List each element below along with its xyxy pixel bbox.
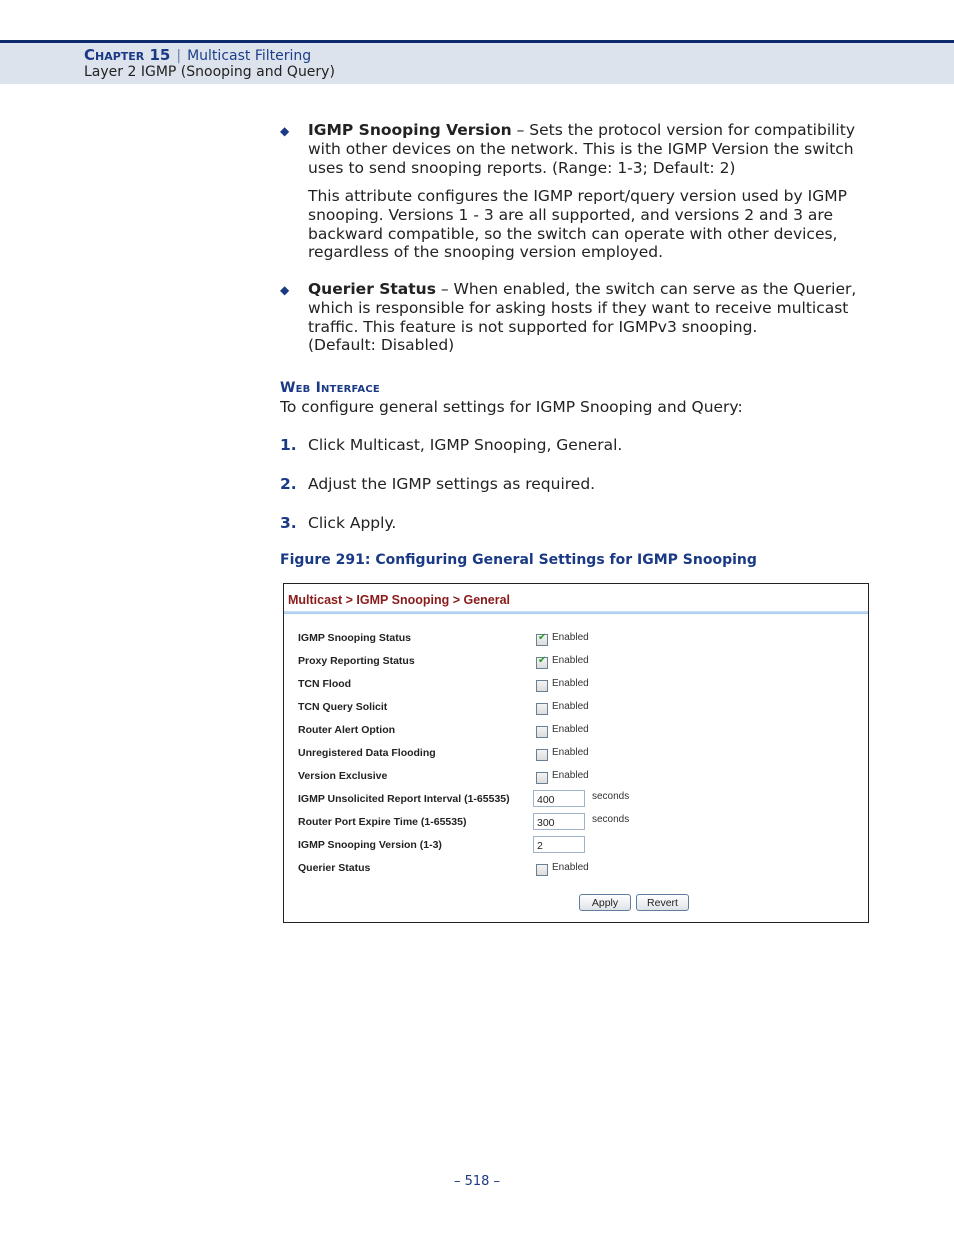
diamond-bullet-icon: ◆ bbox=[280, 124, 290, 138]
checkmark-icon: ✔ bbox=[538, 655, 547, 666]
step-text: Adjust the IGMP settings as required. bbox=[308, 475, 596, 493]
figure-caption: Figure 291: Configuring General Settings… bbox=[280, 552, 757, 568]
chapter-title: Multicast Filtering bbox=[187, 48, 312, 64]
enabled-label: Enabled bbox=[552, 701, 589, 712]
step-number: 3. bbox=[280, 514, 297, 532]
checkbox-querier-status[interactable] bbox=[536, 864, 548, 876]
field-label-igmp-snooping-version-1-3: IGMP Snooping Version (1-3) bbox=[298, 839, 442, 851]
field-label-igmp-snooping-status: IGMP Snooping Status bbox=[298, 632, 411, 644]
diamond-bullet-icon: ◆ bbox=[280, 283, 290, 297]
bullet-explanation: This attribute configures the IGMP repor… bbox=[308, 187, 847, 262]
page-breadcrumb: Multicast > IGMP Snooping > General bbox=[288, 593, 511, 607]
checkbox-tcn-query-solicit[interactable] bbox=[536, 703, 548, 715]
checkbox-igmp-snooping-status[interactable]: ✔ bbox=[536, 632, 548, 646]
title-divider bbox=[284, 611, 868, 614]
bullet-querier-status: Querier Status – When enabled, the switc… bbox=[308, 280, 857, 355]
input-router-port-expire-time-1-65535[interactable]: 300 bbox=[533, 813, 585, 830]
enabled-label: Enabled bbox=[552, 862, 589, 873]
field-label-proxy-reporting-status: Proxy Reporting Status bbox=[298, 655, 415, 667]
igmp-general-settings-screenshot: Multicast > IGMP Snooping > General IGMP… bbox=[283, 583, 869, 923]
chapter-label: Chapter 15 bbox=[84, 46, 171, 64]
enabled-label: Enabled bbox=[552, 655, 589, 666]
input-igmp-snooping-version-1-3[interactable]: 2 bbox=[533, 836, 585, 853]
field-label-unregistered-data-flooding: Unregistered Data Flooding bbox=[298, 747, 436, 759]
bullet-term: IGMP Snooping Version bbox=[308, 121, 512, 139]
field-label-tcn-flood: TCN Flood bbox=[298, 678, 352, 690]
step-item: 3. Click Apply. bbox=[280, 514, 396, 532]
apply-button[interactable]: Apply bbox=[579, 894, 631, 911]
enabled-label: Enabled bbox=[552, 747, 589, 758]
step-item: 2. Adjust the IGMP settings as required. bbox=[280, 475, 595, 493]
field-label-tcn-query-solicit: TCN Query Solicit bbox=[298, 701, 388, 713]
checkmark-icon: ✔ bbox=[538, 632, 547, 643]
step-number: 1. bbox=[280, 436, 297, 454]
checkbox-unregistered-data-flooding[interactable] bbox=[536, 749, 548, 761]
enabled-label: Enabled bbox=[552, 678, 589, 689]
checkbox-router-alert-option[interactable] bbox=[536, 726, 548, 738]
field-label-version-exclusive: Version Exclusive bbox=[298, 770, 388, 782]
checkbox-proxy-reporting-status[interactable]: ✔ bbox=[536, 655, 548, 669]
revert-button[interactable]: Revert bbox=[636, 894, 689, 911]
field-label-igmp-unsolicited-report-interval-1-65535: IGMP Unsolicited Report Interval (1-6553… bbox=[298, 793, 510, 805]
step-number: 2. bbox=[280, 475, 297, 493]
step-text: Click Apply. bbox=[308, 514, 397, 532]
step-text: Click Multicast, IGMP Snooping, General. bbox=[308, 436, 623, 454]
bullet-term: Querier Status bbox=[308, 280, 436, 298]
seconds-unit-label: seconds bbox=[592, 814, 630, 825]
bullet-igmp-snooping-version: IGMP Snooping Version – Sets the protoco… bbox=[308, 121, 855, 177]
field-label-router-alert-option: Router Alert Option bbox=[298, 724, 396, 736]
field-label-router-port-expire-time-1-65535: Router Port Expire Time (1-65535) bbox=[298, 816, 467, 828]
input-igmp-unsolicited-report-interval-1-65535[interactable]: 400 bbox=[533, 790, 585, 807]
field-label-querier-status: Querier Status bbox=[298, 862, 371, 874]
checkbox-tcn-flood[interactable] bbox=[536, 680, 548, 692]
web-interface-heading: Web Interface bbox=[280, 380, 380, 396]
enabled-label: Enabled bbox=[552, 632, 589, 643]
section-title: Layer 2 IGMP (Snooping and Query) bbox=[84, 64, 335, 80]
web-interface-intro: To configure general settings for IGMP S… bbox=[280, 398, 743, 416]
seconds-unit-label: seconds bbox=[592, 791, 630, 802]
page-number: – 518 – bbox=[453, 1174, 501, 1189]
enabled-label: Enabled bbox=[552, 770, 589, 781]
enabled-label: Enabled bbox=[552, 724, 589, 735]
checkbox-version-exclusive[interactable] bbox=[536, 772, 548, 784]
chapter-heading: Chapter 15 | Multicast Filtering bbox=[84, 46, 311, 64]
header-separator: | bbox=[176, 48, 182, 64]
step-item: 1. Click Multicast, IGMP Snooping, Genera… bbox=[280, 436, 622, 454]
